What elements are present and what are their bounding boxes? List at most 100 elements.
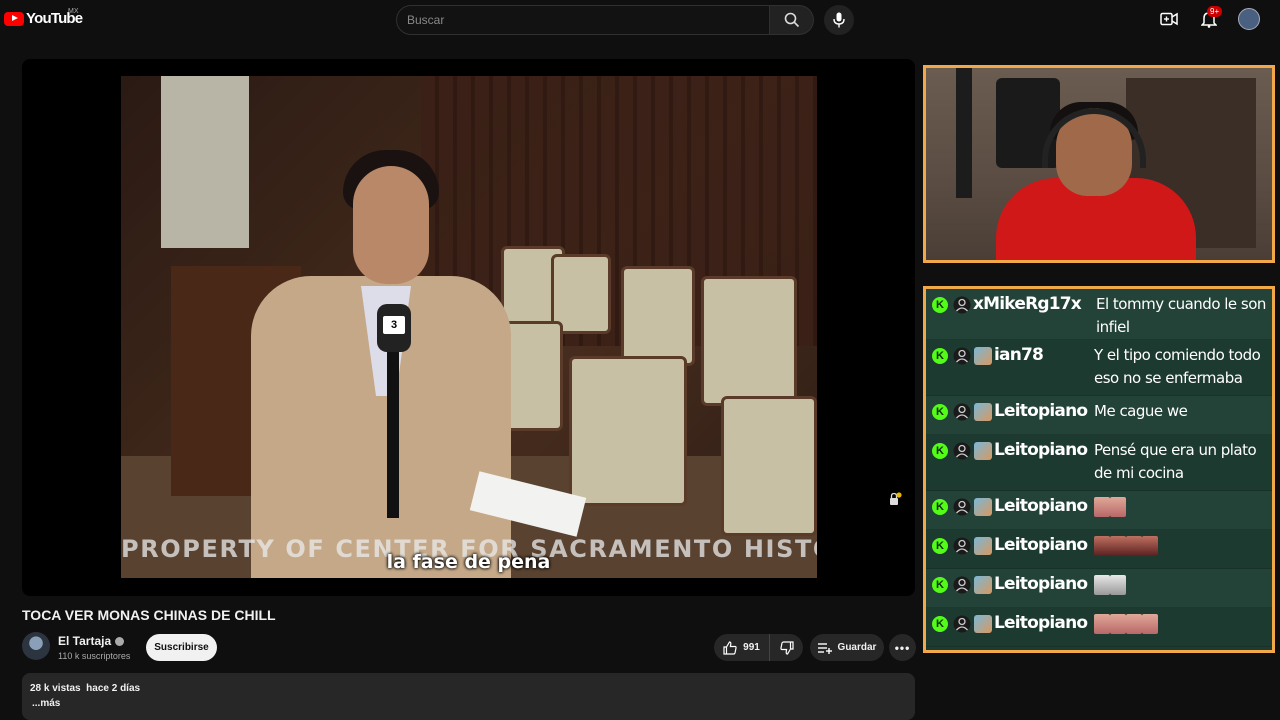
kick-logo-icon: K — [932, 577, 948, 593]
more-dots-icon: ••• — [894, 640, 911, 655]
playlist-add-icon — [817, 642, 832, 654]
emote-icon — [1142, 535, 1158, 556]
kick-logo-icon: K — [932, 348, 948, 364]
like-dislike-group: 991 — [714, 634, 803, 661]
mic-icon — [833, 12, 845, 28]
emote-icon — [1110, 574, 1126, 595]
show-more-link[interactable]: ...más — [32, 698, 60, 709]
top-bar: YouTube MX Buscar 9+ — [0, 0, 1280, 40]
logo-country: MX — [68, 8, 79, 15]
description-box[interactable]: 28 k vistas hace 2 días ...más — [22, 673, 915, 720]
kick-logo-icon: K — [932, 538, 948, 554]
emote-icon — [1110, 613, 1126, 634]
chair — [701, 276, 797, 406]
youtube-play-icon — [4, 11, 24, 26]
chat-message-text — [1094, 612, 1266, 635]
search-button[interactable] — [770, 5, 814, 35]
like-count: 991 — [743, 642, 760, 653]
emote-icon — [1094, 613, 1110, 634]
subscribe-button[interactable]: Suscribirse — [146, 634, 217, 661]
user-icon — [953, 442, 971, 460]
mic-arm — [956, 68, 972, 198]
chair — [621, 266, 695, 366]
header-actions: 9+ — [1158, 6, 1260, 30]
mic-channel-logo: 3 — [383, 316, 405, 334]
search-bar: Buscar — [396, 5, 814, 35]
lock-icon[interactable] — [888, 492, 902, 506]
kick-logo-icon: K — [932, 297, 948, 313]
chair — [721, 396, 817, 536]
video-subtitle: la fase de pena — [386, 551, 551, 573]
subscriber-badge-icon — [974, 347, 992, 365]
voice-search-button[interactable] — [824, 5, 854, 35]
channel-avatar[interactable] — [22, 632, 50, 660]
chat-message-text: El tommy cuando le son infiel — [1096, 295, 1266, 336]
create-button[interactable] — [1158, 8, 1180, 30]
account-avatar[interactable] — [1238, 8, 1260, 30]
verified-icon — [115, 636, 125, 646]
chat-message-text — [1094, 573, 1266, 596]
video-player[interactable]: 3 PROPERTY OF CENTER FOR SACRAMENTO HIST… — [22, 59, 915, 596]
chat-message: K Leitopiano — [926, 491, 1272, 530]
chat-message-text — [1094, 495, 1266, 518]
microphone-handle — [387, 348, 399, 518]
emote-icon — [1094, 574, 1110, 595]
wall-poster — [161, 76, 249, 248]
chat-username[interactable]: Leitopiano — [994, 496, 1092, 516]
chat-username[interactable]: Leitopiano — [994, 613, 1092, 633]
user-icon — [953, 615, 971, 633]
chat-message: K Leitopiano — [926, 530, 1272, 569]
more-actions-button[interactable]: ••• — [889, 634, 916, 661]
subscriber-badge-icon — [974, 576, 992, 594]
user-icon — [953, 576, 971, 594]
chat-message-text: Y el tipo comiendo todo eso no se enferm… — [1094, 346, 1261, 387]
user-icon — [953, 537, 971, 555]
user-icon — [953, 498, 971, 516]
like-button[interactable]: 991 — [714, 634, 770, 661]
user-icon — [953, 296, 971, 314]
chat-message: K Leitopiano Me cague we — [926, 396, 1272, 435]
thumbs-down-icon — [779, 640, 794, 655]
emote-icon — [1142, 613, 1158, 634]
reporter-head — [353, 166, 429, 284]
chat-overlay: KxMikeRg17x El tommy cuando le son infiel… — [923, 286, 1275, 653]
emote-icon — [1094, 535, 1110, 556]
emote-icon — [1126, 613, 1142, 634]
kick-logo-icon: K — [932, 616, 948, 632]
emote-icon — [1110, 496, 1126, 517]
chat-username[interactable]: Leitopiano — [994, 574, 1092, 594]
chat-username[interactable]: Leitopiano — [994, 440, 1092, 460]
youtube-logo[interactable]: YouTube MX — [4, 8, 83, 27]
save-label: Guardar — [837, 642, 877, 653]
chat-username[interactable]: ian78 — [994, 345, 1092, 365]
subscriber-badge-icon — [974, 537, 992, 555]
chat-username[interactable]: Leitopiano — [994, 401, 1092, 421]
user-icon — [953, 347, 971, 365]
chat-username[interactable]: xMikeRg17x — [973, 294, 1094, 314]
thumbs-up-icon — [723, 640, 737, 655]
video-title: TOCA VER MONAS CHINAS DE CHILL — [22, 607, 276, 623]
channel-name[interactable]: El Tartaja — [58, 634, 111, 648]
kick-logo-icon: K — [932, 404, 948, 420]
subscriber-badge-icon — [974, 442, 992, 460]
user-icon — [953, 403, 971, 421]
emote-icon — [1094, 496, 1110, 517]
chat-username[interactable]: Leitopiano — [994, 535, 1092, 555]
video-add-icon — [1160, 12, 1178, 26]
emote-icon — [1110, 535, 1126, 556]
save-button[interactable]: Guardar — [810, 634, 884, 661]
channel-name-row[interactable]: El Tartaja — [58, 634, 125, 648]
subscriber-badge-icon — [974, 403, 992, 421]
chat-message-text — [1094, 534, 1266, 557]
subscriber-badge-icon — [974, 615, 992, 633]
chat-message: K Leitopiano — [926, 608, 1272, 647]
kick-logo-icon: K — [932, 499, 948, 515]
notifications-button[interactable]: 9+ — [1198, 6, 1223, 30]
notification-count-badge: 9+ — [1207, 6, 1223, 17]
video-frame: 3 PROPERTY OF CENTER FOR SACRAMENTO HIST… — [121, 76, 817, 578]
search-icon — [784, 12, 799, 28]
webcam-overlay — [923, 65, 1275, 263]
chair — [569, 356, 687, 506]
dislike-button[interactable] — [770, 634, 803, 661]
search-input[interactable]: Buscar — [396, 5, 770, 35]
